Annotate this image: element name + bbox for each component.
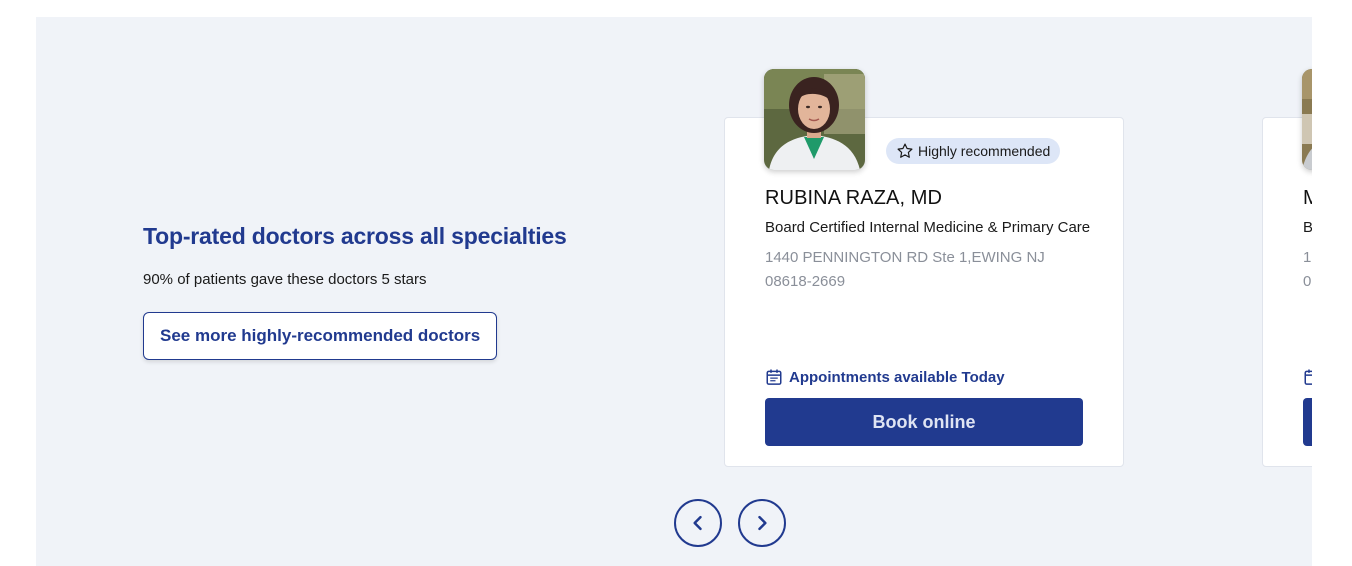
doctor-photo[interactable] [764,69,865,170]
section-subtitle: 90% of patients gave these doctors 5 sta… [143,271,427,288]
chevron-right-icon [758,515,767,531]
availability-row: Appointments available Today [765,368,1005,386]
calendar-icon [1304,369,1312,385]
address-line: 0 [1303,273,1312,290]
badge-label: Highly recommended [918,143,1051,159]
doctor-specialty: Board Certified Internal Medicine & Prim… [765,219,1091,236]
address-line: 1 [1303,249,1312,266]
doctor-address: 1440 PENNINGTON RD Ste 1,EWING NJ 08618-… [765,249,1045,290]
doctor-address: 1 0 [1303,246,1312,294]
top-rated-doctors-section: Top-rated doctors across all specialties… [36,17,1312,566]
see-more-doctors-button[interactable]: See more highly-recommended doctors [143,312,498,360]
carousel-prev-button[interactable] [674,499,722,547]
highly-recommended-badge: Highly recommended [886,138,1061,164]
carousel-next-button[interactable] [738,499,786,547]
book-online-button[interactable]: Book online [765,398,1083,446]
doctor-portrait-image [764,69,865,170]
doctor-specialty: B [1303,219,1312,236]
book-online-button[interactable] [1303,398,1312,446]
doctor-name[interactable]: RUBINA RAZA, MD [765,187,942,210]
calendar-icon [766,369,782,385]
availability-label: Appointments available Today [789,368,1005,386]
doctor-photo[interactable] [1302,69,1312,170]
availability-row [1303,368,1312,386]
doctor-name[interactable]: M [1303,187,1312,210]
doctor-portrait-image [1302,69,1312,170]
star-outline-icon [897,143,913,158]
intro-block: Top-rated doctors across all specialties… [143,222,603,360]
chevron-left-icon [693,515,702,531]
doctor-card[interactable]: M B 1 0 [1262,69,1312,467]
doctor-card[interactable]: Highly recommended RUBINA RAZA, MD Board… [724,69,1124,467]
section-title: Top-rated doctors across all specialties [143,223,567,249]
